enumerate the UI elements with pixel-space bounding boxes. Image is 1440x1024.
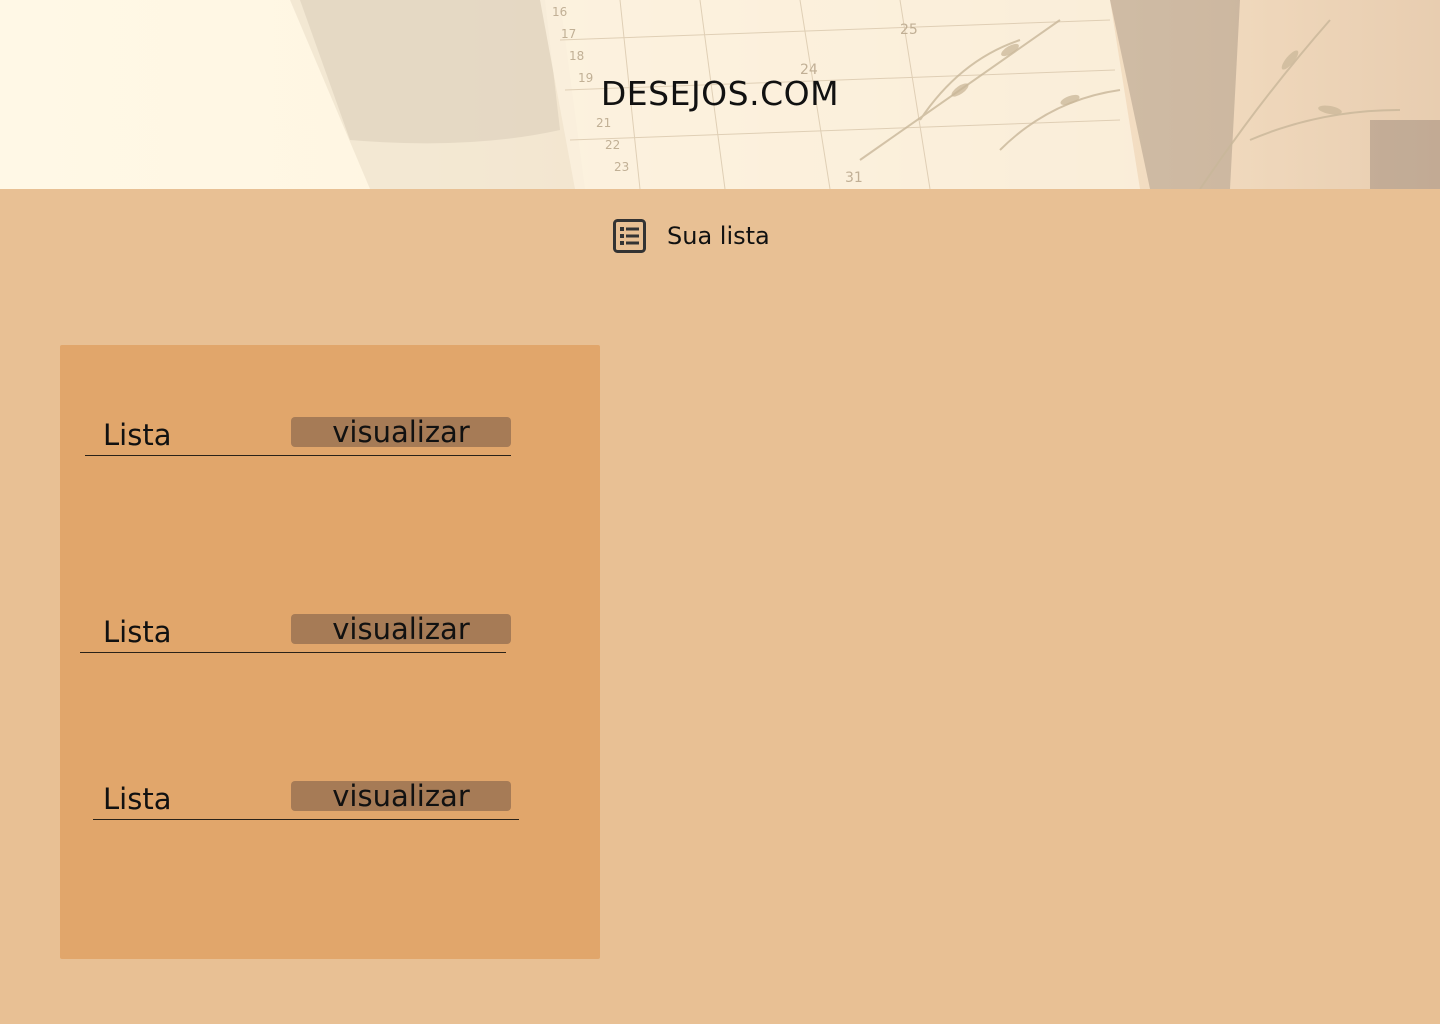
svg-text:23: 23: [614, 160, 629, 174]
list-name: Lista: [103, 615, 172, 649]
view-list-button[interactable]: visualizar: [291, 781, 511, 811]
svg-text:16: 16: [552, 5, 567, 19]
view-list-button[interactable]: visualizar: [291, 417, 511, 447]
site-title: DESEJOS.COM: [600, 74, 840, 113]
list-item: Lista visualizar: [85, 417, 511, 456]
your-list-nav[interactable]: Sua lista: [612, 217, 770, 255]
list-name: Lista: [103, 418, 172, 452]
svg-text:22: 22: [605, 138, 620, 152]
svg-text:25: 25: [900, 22, 918, 38]
svg-text:21: 21: [596, 116, 611, 130]
view-list-button[interactable]: visualizar: [291, 614, 511, 644]
your-list-label: Sua lista: [667, 222, 770, 250]
list-item: Lista visualizar: [80, 614, 511, 653]
list-icon: [613, 219, 646, 253]
header-banner: 16 17 18 19 21 22 23 25 24 31 DESEJOS.CO…: [0, 0, 1440, 189]
svg-text:18: 18: [569, 49, 584, 63]
lists-panel: Lista visualizar Lista visualizar Lista …: [60, 345, 600, 959]
svg-text:31: 31: [845, 170, 863, 186]
list-name: Lista: [103, 782, 172, 816]
svg-text:17: 17: [561, 27, 576, 41]
list-item: Lista visualizar: [93, 781, 519, 820]
